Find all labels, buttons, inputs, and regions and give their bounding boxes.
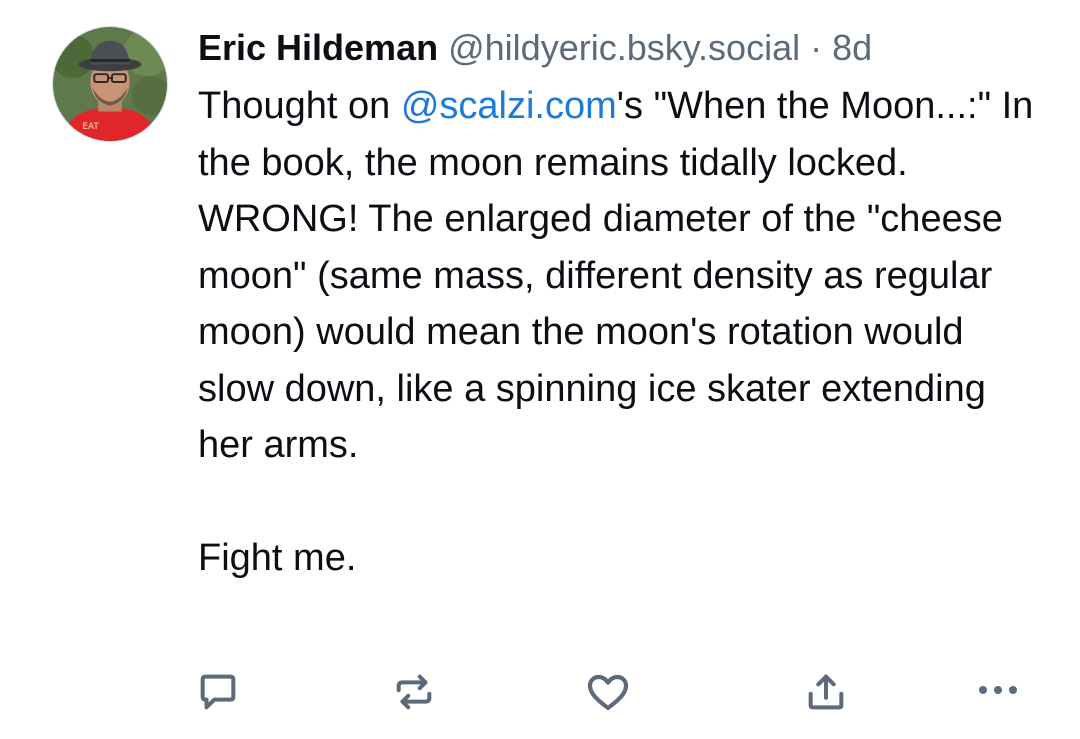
header-separator: ·: [810, 27, 823, 68]
post-timestamp[interactable]: 8d: [832, 27, 872, 68]
post-body: Thought on @scalzi.com's "When the Moon.…: [198, 78, 1038, 587]
more-options-button[interactable]: [974, 668, 1022, 716]
speech-bubble-icon: [200, 674, 236, 710]
share-upload-icon: [808, 674, 844, 710]
post: EAT Eric Hildeman @hildyeric.bsky.social…: [0, 0, 1080, 739]
post-header: Eric Hildeman @hildyeric.bsky.social · 8…: [198, 24, 1038, 72]
reply-button[interactable]: [194, 668, 242, 716]
author-handle[interactable]: @hildyeric.bsky.social: [448, 27, 800, 68]
post-content: Eric Hildeman @hildyeric.bsky.social · 8…: [198, 24, 1038, 587]
mention-link[interactable]: @scalzi.com: [401, 85, 617, 127]
post-text-part3: Fight me.: [198, 537, 357, 579]
heart-icon: [587, 674, 629, 711]
author-avatar[interactable]: EAT: [52, 26, 168, 142]
ellipsis-icon: [979, 686, 1017, 694]
avatar-image: EAT: [53, 27, 167, 141]
repost-arrows-icon: [396, 674, 432, 710]
share-button[interactable]: [802, 668, 850, 716]
author-display-name[interactable]: Eric Hildeman: [198, 27, 438, 68]
like-button[interactable]: [584, 668, 632, 716]
post-text-part1: Thought on: [198, 85, 401, 127]
svg-text:EAT: EAT: [82, 122, 99, 132]
repost-button[interactable]: [390, 668, 438, 716]
post-text-part2: 's "When the Moon...:" In the book, the …: [198, 85, 1034, 466]
